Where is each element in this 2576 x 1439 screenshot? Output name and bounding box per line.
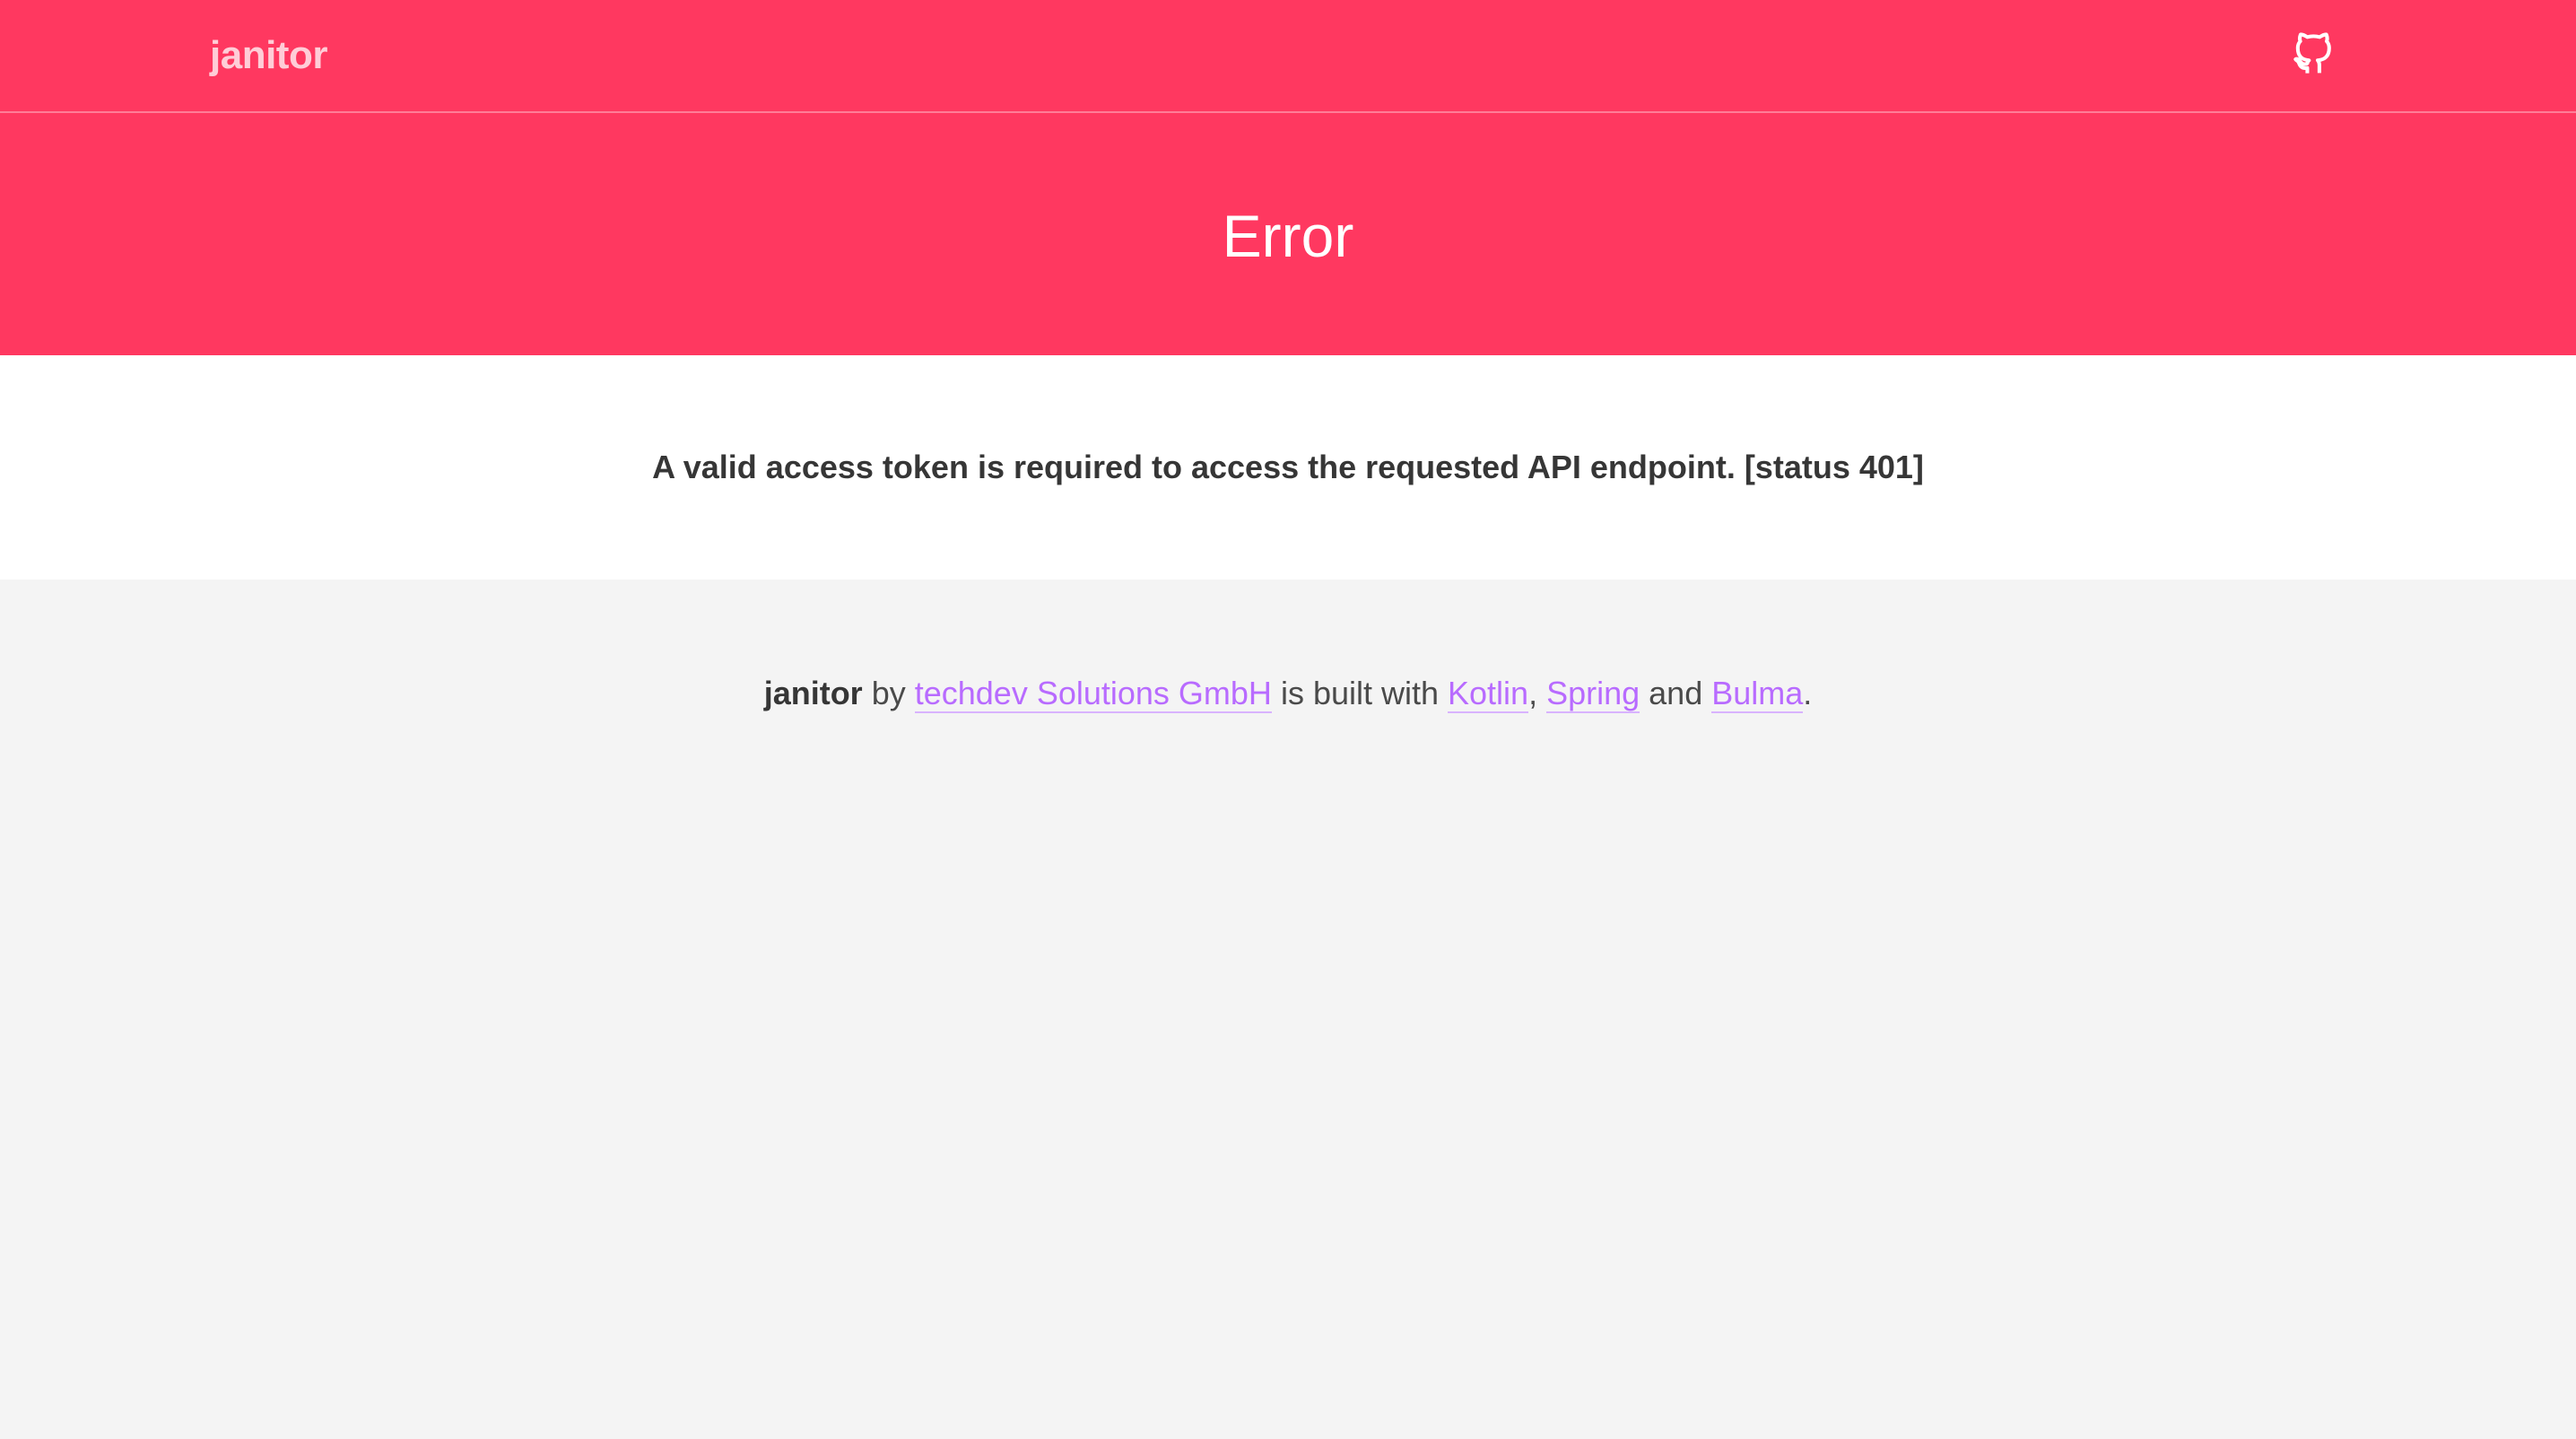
page: janitor Error A valid access token is re… [0, 0, 2576, 1439]
kotlin-link[interactable]: Kotlin [1448, 675, 1529, 713]
hero-header: janitor Error [0, 0, 2576, 355]
navbar: janitor [0, 0, 2576, 113]
footer-built-with: is built with [1271, 675, 1449, 711]
footer-and: and [1640, 675, 1712, 711]
company-link[interactable]: techdev Solutions GmbH [914, 675, 1272, 713]
footer-text: janitor by techdev Solutions GmbH is bui… [0, 671, 2576, 716]
footer-by: by [862, 675, 915, 711]
spring-link[interactable]: Spring [1546, 675, 1640, 713]
footer: janitor by techdev Solutions GmbH is bui… [0, 580, 2576, 1439]
footer-brand: janitor [763, 675, 863, 711]
error-message: A valid access token is required to acce… [652, 449, 1924, 485]
message-section: A valid access token is required to acce… [0, 355, 2576, 580]
github-icon [2293, 32, 2331, 74]
github-link[interactable] [2291, 32, 2336, 77]
footer-separator: , [1528, 675, 1547, 711]
bulma-link[interactable]: Bulma [1711, 675, 1804, 713]
footer-period: . [1803, 675, 1813, 711]
brand-link[interactable]: janitor [210, 29, 327, 83]
page-title: Error [1222, 203, 1354, 269]
